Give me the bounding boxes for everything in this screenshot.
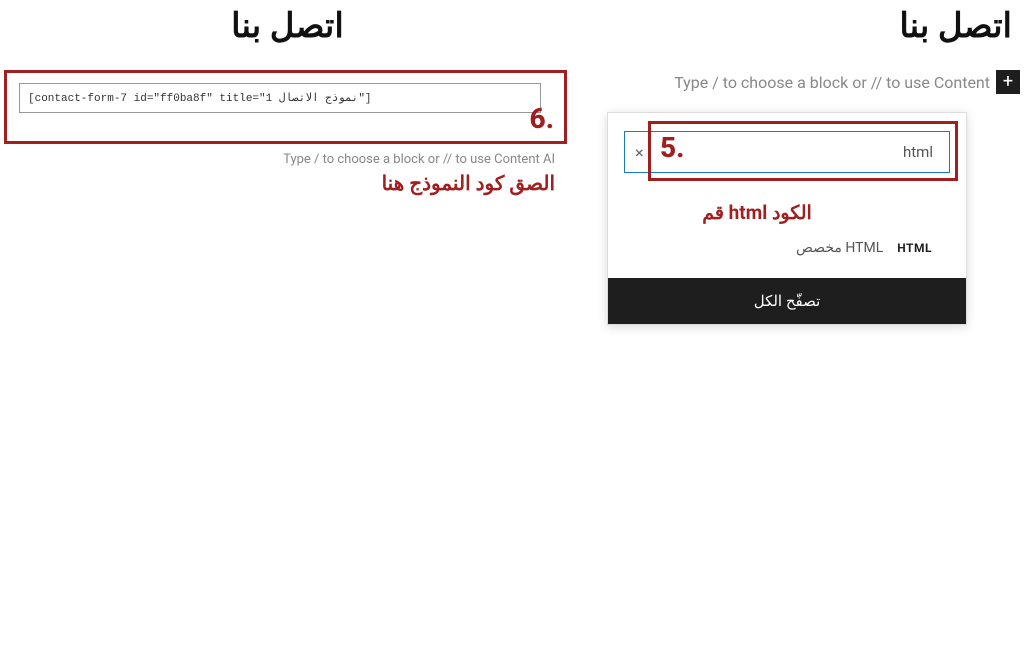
left-editor-panel: اتصل بنا 6. Type / to choose a block or … xyxy=(0,0,575,195)
close-icon[interactable]: × xyxy=(635,143,644,162)
step-number-5: 5. xyxy=(660,131,684,164)
block-area-left: 6. Type / to choose a block or // to use… xyxy=(4,70,567,195)
html-icon: HTML xyxy=(897,241,932,255)
page-title-right: اتصل بنا xyxy=(579,6,1024,46)
block-search-input[interactable]: html xyxy=(644,143,939,161)
annotation-html-code: قم html الكود xyxy=(624,201,950,224)
add-block-button[interactable]: + xyxy=(996,70,1020,94)
page-title-left: اتصل بنا xyxy=(0,6,575,46)
block-option-custom-html[interactable]: HTML مخصص HTML xyxy=(624,232,950,272)
step-number-6: 6. xyxy=(530,102,554,135)
block-option-label: HTML مخصص xyxy=(796,240,883,256)
annotation-paste-here: الصق كود النموذج هنا xyxy=(4,171,567,195)
right-editor-panel: اتصل بنا Type / to choose a block or // … xyxy=(579,0,1024,325)
browse-all-button[interactable]: تصفّح الكل xyxy=(608,278,966,324)
html-code-input[interactable] xyxy=(19,83,541,113)
popup-search-area: × html 5. قم html الكود HTML مخصص HTML xyxy=(608,113,966,278)
code-block-highlight: 6. xyxy=(4,70,567,144)
block-hint-right: Type / to choose a block or // to use Co… xyxy=(674,73,990,92)
plus-icon: + xyxy=(1003,73,1013,91)
block-inserter-popup: × html 5. قم html الكود HTML مخصص HTML ت… xyxy=(607,112,967,325)
block-inserter-line: Type / to choose a block or // to use Co… xyxy=(579,70,1024,94)
block-hint-left: Type / to choose a block or // to use Co… xyxy=(4,152,567,167)
